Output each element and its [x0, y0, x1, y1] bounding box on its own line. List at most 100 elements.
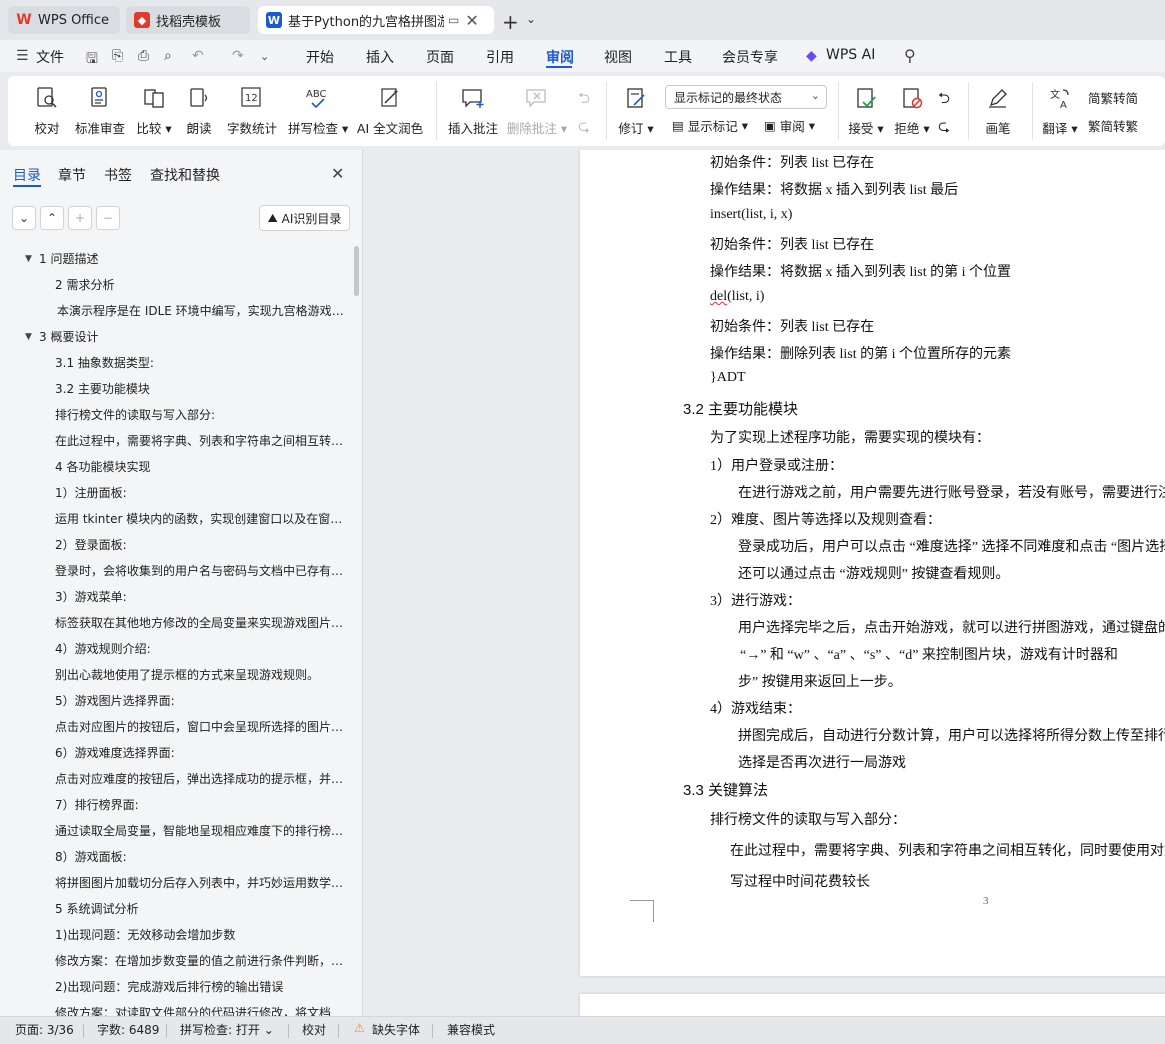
tab-document[interactable]: W 基于Python的九宫格拼图游戏 ▭ ✕ — [258, 6, 494, 34]
toc-item[interactable]: 点击对应难度的按钮后，弹出选择成功的提示框，并修改全局变量… — [55, 766, 346, 792]
save-icon[interactable]: 🖫 — [86, 48, 98, 72]
proofread-indicator[interactable]: 校对 — [302, 1021, 326, 1038]
chevron-down-icon[interactable]: ⌄ — [260, 50, 269, 63]
spell-check-button[interactable]: ABC 拼写检查 ▾ — [288, 84, 348, 137]
pen-button[interactable]: 画笔 — [980, 84, 1016, 137]
expand-down-button[interactable]: ⌄ — [12, 206, 36, 230]
menu-review[interactable]: 审阅 — [546, 47, 574, 67]
export-icon[interactable]: ⎘ — [112, 48, 123, 64]
toc-item[interactable]: 通过读取全局变量，智能地呈现相应难度下的排行榜，并按分数排序… — [55, 818, 346, 844]
toc-item[interactable]: 3）游戏菜单: — [55, 584, 346, 610]
to-traditional-button[interactable]: 繁简转繁 — [1088, 116, 1138, 135]
toc-item[interactable]: 5）游戏图片选择界面: — [55, 688, 346, 714]
collapse-arrow-icon[interactable]: ▼ — [25, 246, 32, 272]
divider — [83, 1024, 84, 1038]
ai-toc-button[interactable]: ⛰ AI识别目录 — [259, 205, 350, 231]
document-page[interactable]: 初始条件：列表 list 已存在 操作结果：将数据 x 插入到列表 list 最… — [580, 150, 1165, 976]
toc-item[interactable]: 排行榜文件的读取与写入部分: — [55, 402, 346, 428]
toc-item[interactable]: 标签获取在其他地方修改的全局变量来实现游戏图片与难度的显示… — [55, 610, 346, 636]
toc-item[interactable]: 登录时，会将收集到的用户名与密码与文档中已存有的账号密码比对… — [55, 558, 346, 584]
toc-item[interactable]: 8）游戏面板: — [55, 844, 346, 870]
delete-comment-button[interactable]: 删除批注 ▾ — [506, 84, 568, 137]
tab-docer[interactable]: ◆ 找稻壳模板 — [126, 6, 250, 34]
tab-toc[interactable]: 目录 — [13, 165, 41, 185]
previous-change-icon[interactable]: ⮌ — [938, 88, 950, 113]
toc-item[interactable]: 5 系统调试分析 — [55, 896, 346, 922]
search-icon[interactable]: ⚲ — [904, 46, 916, 65]
redo-icon[interactable]: ↷ — [232, 48, 244, 64]
menu-file[interactable]: 文件 — [36, 47, 64, 67]
page-indicator[interactable]: 页面: 3/36 — [15, 1021, 74, 1038]
review-pane-button[interactable]: ▣ 审阅 ▾ — [764, 116, 815, 135]
tab-wps-office[interactable]: W WPS Office — [8, 6, 120, 34]
collapse-up-button[interactable]: ⌃ — [40, 206, 64, 230]
word-count-indicator[interactable]: 字数: 6489 — [97, 1021, 159, 1038]
track-changes-button[interactable]: 修订 ▾ — [616, 84, 656, 137]
print-preview-icon[interactable]: ⌕ — [164, 48, 172, 64]
close-icon[interactable]: ✕ — [465, 11, 478, 30]
menu-references[interactable]: 引用 — [486, 47, 514, 67]
chevron-down-icon[interactable]: ⌄ — [526, 12, 536, 26]
menu-membership[interactable]: 会员专享 — [722, 47, 778, 67]
tab-find-replace[interactable]: 查找和替换 — [150, 165, 220, 185]
menu-tools[interactable]: 工具 — [664, 47, 692, 67]
tab-chapters[interactable]: 章节 — [58, 165, 86, 185]
add-heading-button[interactable]: + — [68, 206, 92, 230]
print-icon[interactable]: ⎙ — [138, 48, 149, 64]
toc-item[interactable]: 运用 tkinter 模块内的函数，实现创建窗口以及在窗口上添加按钮… — [55, 506, 346, 532]
toc-item[interactable]: 4 各功能模块实现 — [55, 454, 346, 480]
new-tab-icon[interactable]: + — [502, 10, 519, 34]
ai-polish-button[interactable]: ✦ AI 全文润色 — [356, 84, 424, 137]
previous-comment-icon[interactable]: ⮌ — [578, 88, 590, 113]
menu-view[interactable]: 视图 — [604, 47, 632, 67]
toc-item[interactable]: 2）登录面板: — [55, 532, 346, 558]
toc-item[interactable]: 3 概要设计 — [39, 324, 346, 350]
toc-item[interactable]: 在此过程中，需要将字典、列表和字符串之间相互转化，同时要使用… — [55, 428, 346, 454]
toc-item[interactable]: 3.1 抽象数据类型: — [55, 350, 346, 376]
toc-item[interactable]: 点击对应图片的按钮后，窗口中会呈现所选择的图片，并提示选择成功… — [55, 714, 346, 740]
undo-icon[interactable]: ↶ — [192, 48, 204, 64]
next-document-page[interactable] — [580, 994, 1165, 1016]
toc-item[interactable]: 6）游戏难度选择界面: — [55, 740, 346, 766]
menu-home[interactable]: 开始 — [306, 47, 334, 67]
toc-item[interactable]: 3.2 主要功能模块 — [55, 376, 346, 402]
toc-item[interactable]: 修改方案：在增加步数变量的值之前进行条件判断，若移动无效则不… — [55, 948, 346, 974]
compare-button[interactable]: 比较 ▾ — [134, 84, 174, 137]
accept-button[interactable]: 接受 ▾ — [846, 84, 886, 137]
hamburger-icon[interactable]: ☰ — [16, 48, 29, 64]
next-change-icon[interactable]: ⮎ — [938, 116, 950, 141]
spell-check-indicator[interactable]: 拼写检查: 打开 ⌄ — [180, 1021, 274, 1038]
menu-insert[interactable]: 插入 — [366, 47, 394, 67]
proofread-button[interactable]: 校对 — [30, 84, 64, 137]
read-aloud-button[interactable]: 朗读 — [184, 84, 214, 137]
show-markup-select[interactable]: 显示标记的最终状态 ⌄ — [665, 85, 827, 109]
scrollbar[interactable] — [354, 246, 359, 296]
toc-item[interactable]: 别出心裁地使用了提示框的方式来呈现游戏规则。 — [55, 662, 346, 688]
collapse-arrow-icon[interactable]: ▼ — [25, 324, 32, 350]
tab-bookmarks[interactable]: 书签 — [104, 165, 132, 185]
standard-review-button[interactable]: 标准审查 — [74, 84, 126, 137]
menu-page[interactable]: 页面 — [426, 47, 454, 67]
next-comment-icon[interactable]: ⮎ — [578, 116, 590, 141]
word-count-button[interactable]: 12 字数统计 — [226, 84, 278, 137]
reject-button[interactable]: 拒绝 ▾ — [892, 84, 932, 137]
insert-comment-button[interactable]: 插入批注 — [448, 84, 498, 137]
close-icon[interactable]: ✕ — [331, 164, 344, 183]
toc-item[interactable]: 本演示程序是在 IDLE 环境中编写，实现九宫格游戏的拼图游戏功能… — [57, 298, 346, 324]
spelling-error-word[interactable]: del — [710, 289, 727, 304]
toc-item[interactable]: 将拼图图片加载切分后存入列表中，并巧妙运用数学方法实现拼图… — [55, 870, 346, 896]
toc-item[interactable]: 7）排行榜界面: — [55, 792, 346, 818]
toc-item[interactable]: 2 需求分析 — [55, 272, 346, 298]
toc-item[interactable]: 1)出现问题：无效移动会增加步数 — [55, 922, 346, 948]
toc-item[interactable]: 2)出现问题：完成游戏后排行榜的输出错误 — [55, 974, 346, 1000]
missing-font-indicator[interactable]: 缺失字体 — [372, 1021, 420, 1038]
translate-button[interactable]: 文A 翻译 ▾ — [1040, 84, 1080, 137]
toc-item[interactable]: 1）注册面板: — [55, 480, 346, 506]
monitor-icon[interactable]: ▭ — [448, 13, 459, 27]
to-simplified-button[interactable]: 简繁转简 — [1088, 88, 1138, 107]
show-markup-button[interactable]: ▤ 显示标记 ▾ — [672, 116, 748, 135]
toc-item[interactable]: 1 问题描述 — [39, 246, 346, 272]
remove-heading-button[interactable]: − — [96, 206, 120, 230]
toc-item[interactable]: 4）游戏规则介绍: — [55, 636, 346, 662]
menu-wps-ai[interactable]: WPS AI — [826, 47, 875, 63]
